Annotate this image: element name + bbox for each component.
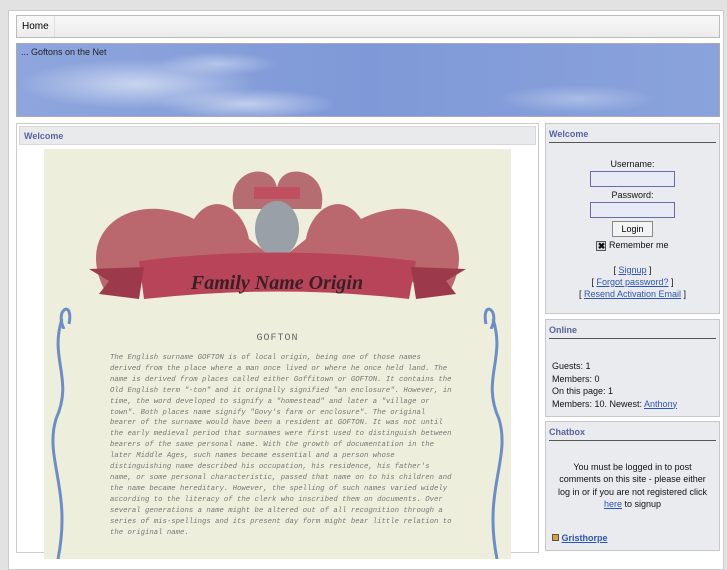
login-button[interactable]: Login	[612, 221, 653, 237]
site-tagline: ... Goftons on the Net	[21, 47, 107, 57]
signup-link[interactable]: Signup	[618, 265, 646, 275]
bracket: ]	[671, 276, 674, 287]
newest-member-link[interactable]: Anthony	[644, 399, 677, 409]
surname-heading: GOFTON	[256, 333, 299, 344]
username-input[interactable]	[590, 171, 675, 187]
online-title: Online	[549, 320, 716, 339]
on-page-count: On this page: 1	[552, 386, 614, 396]
login-title: Welcome	[549, 124, 716, 143]
crest-illustration: Family Name Origin	[59, 171, 496, 329]
username-label: Username:	[610, 159, 655, 169]
main-panel: Welcome Family Name Origin GOFTON The En…	[16, 123, 539, 559]
members-total: Members: 10. Newest:	[552, 398, 643, 409]
forgot-password-link[interactable]: Forgot password?	[596, 277, 668, 287]
chat-user-link[interactable]: Gristhorpe	[562, 533, 608, 543]
password-input[interactable]	[590, 202, 675, 218]
guests-count: Guests: 1	[552, 361, 591, 371]
online-panel: Online Guests: 1 Members: 0 On this page…	[545, 319, 720, 417]
bracket: [	[591, 276, 594, 287]
bracket: ]	[649, 264, 652, 275]
header-banner: ... Goftons on the Net	[16, 43, 720, 117]
user-icon	[552, 534, 559, 542]
chatbox-message-end: to signup	[624, 498, 662, 509]
bracket: ]	[683, 288, 687, 299]
resend-activation-link[interactable]: Resend Activation Email	[584, 289, 681, 299]
members-count: Members: 0	[552, 373, 600, 384]
banner-text: Family Name Origin	[190, 272, 363, 294]
password-label: Password:	[611, 190, 654, 200]
chatbox-message: You must be logged in to post comments o…	[557, 462, 708, 497]
chatbox-panel: Chatbox You must be logged in to post co…	[545, 421, 720, 551]
main-title: Welcome	[19, 126, 536, 145]
remember-me-checkbox[interactable]: ✖	[596, 240, 607, 251]
nav-home[interactable]: Home	[17, 16, 55, 37]
login-panel: Welcome Username: Password: Login ✖ Reme…	[545, 123, 720, 314]
chatbox-title: Chatbox	[549, 422, 716, 441]
bracket: [	[613, 264, 616, 275]
family-name-origin-image: Family Name Origin GOFTON The English su…	[44, 149, 511, 559]
nav-bar: Home	[16, 15, 720, 38]
bracket: [	[578, 288, 582, 299]
surname-description: The English surname GOFTON is of local o…	[110, 354, 452, 537]
signup-here-link[interactable]: here	[604, 499, 622, 509]
remember-me-label: Remember me	[609, 240, 669, 250]
